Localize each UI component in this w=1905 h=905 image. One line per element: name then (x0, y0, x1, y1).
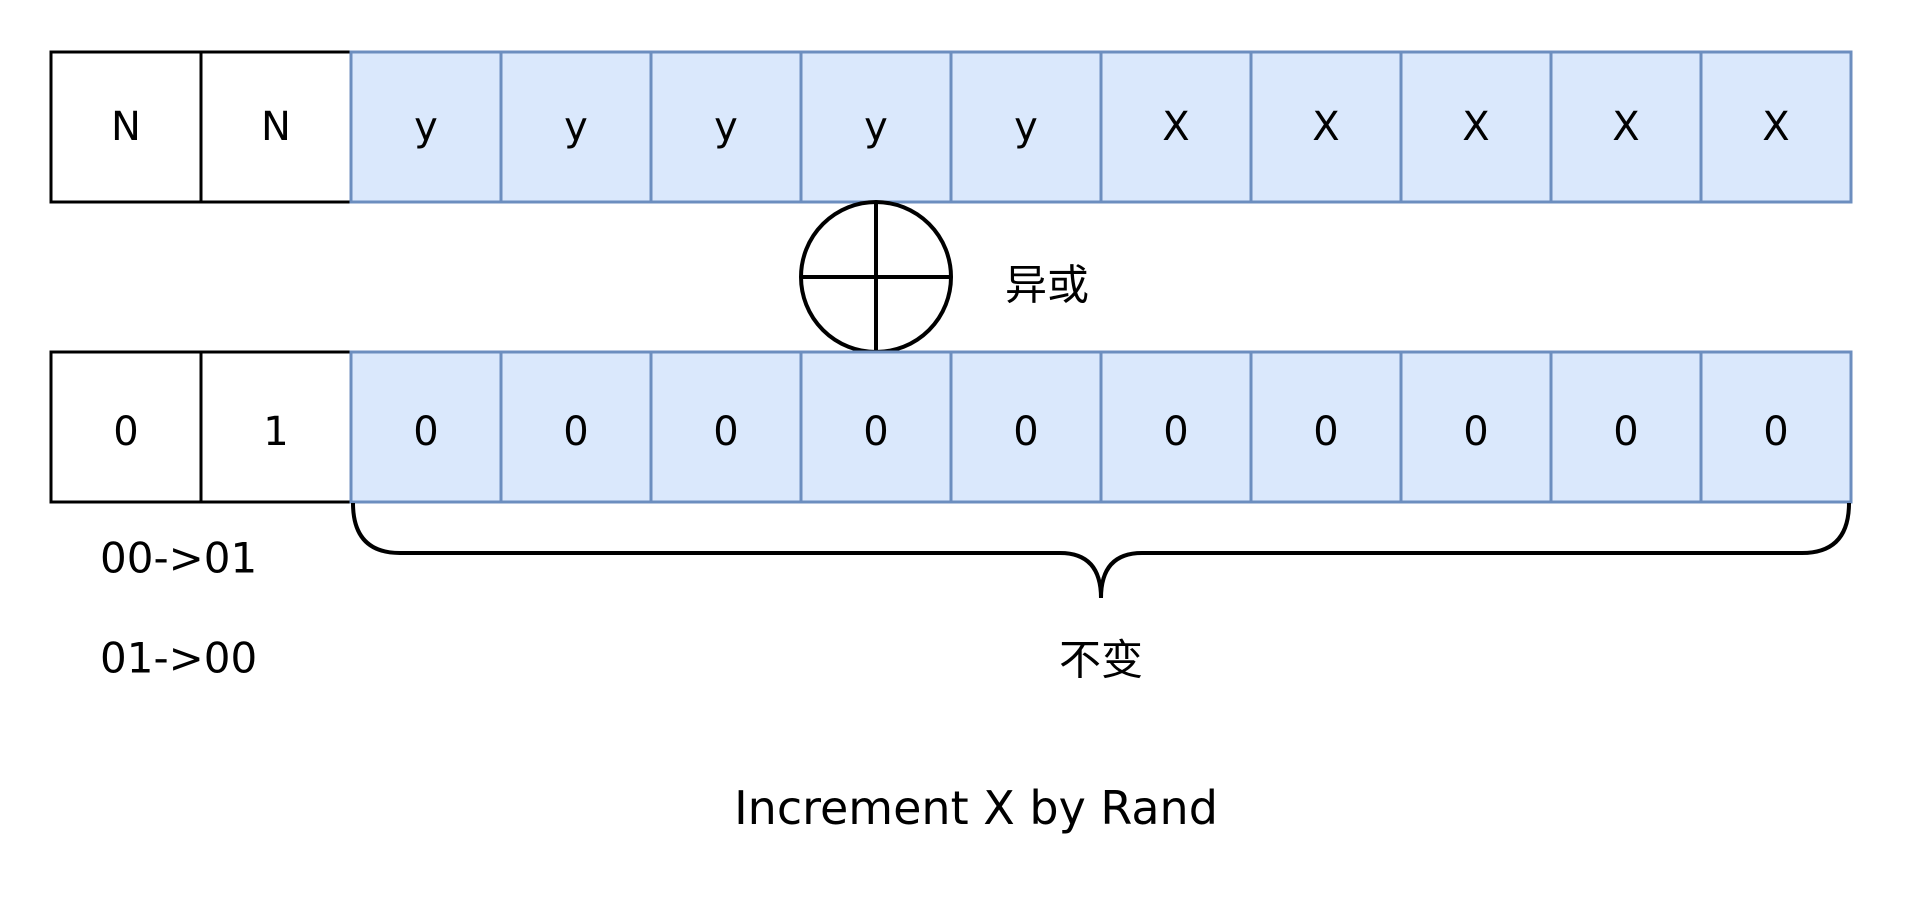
top-flag-cell-label: N (261, 104, 291, 150)
bottom-data-cell-label: 0 (1313, 409, 1338, 455)
top-data-cell-label: y (864, 104, 888, 150)
bottom-data-cell-label: 0 (863, 409, 888, 455)
diagram-caption: Increment X by Rand (734, 781, 1218, 835)
diagram-canvas: N N y y y y y X X X X X 异或 0 1 0 0 0 0 0… (49, 50, 1853, 835)
bottom-data-cell-label: 0 (1163, 409, 1188, 455)
bottom-data-cell-label: 0 (563, 409, 588, 455)
bottom-data-cell-label: 0 (1613, 409, 1638, 455)
top-data-cell-label: X (1462, 104, 1489, 150)
top-flag-cell-label: N (111, 104, 141, 150)
xor-label: 异或 (1005, 261, 1089, 310)
bottom-data-cell-label: 0 (1463, 409, 1488, 455)
unchanged-label: 不变 (1059, 636, 1143, 685)
bottom-data-cell-label: 0 (1763, 409, 1788, 455)
top-data-cell-label: y (1014, 104, 1038, 150)
top-data-cell-label: X (1762, 104, 1789, 150)
top-row: N N y y y y y X X X X X (49, 50, 1853, 204)
xor-circle-icon (799, 200, 953, 354)
bottom-data-cell-label: 0 (1013, 409, 1038, 455)
top-data-cell-label: X (1162, 104, 1189, 150)
top-data-cell-label: y (564, 104, 588, 150)
flag-transition-label: 00->01 (100, 534, 257, 583)
top-data-cell-label: X (1312, 104, 1339, 150)
flag-transition-label: 01->00 (100, 634, 257, 683)
bottom-flag-cell-label: 0 (113, 409, 138, 455)
bottom-row: 0 1 0 0 0 0 0 0 0 0 0 0 (49, 350, 1853, 504)
top-data-cell-label: X (1612, 104, 1639, 150)
curly-brace (351, 502, 1851, 599)
bottom-flag-cell-label: 1 (263, 409, 288, 455)
top-data-cell-label: y (414, 104, 438, 150)
top-data-cell-label: y (714, 104, 738, 150)
bottom-data-cell-label: 0 (413, 409, 438, 455)
bottom-data-cell-label: 0 (713, 409, 738, 455)
